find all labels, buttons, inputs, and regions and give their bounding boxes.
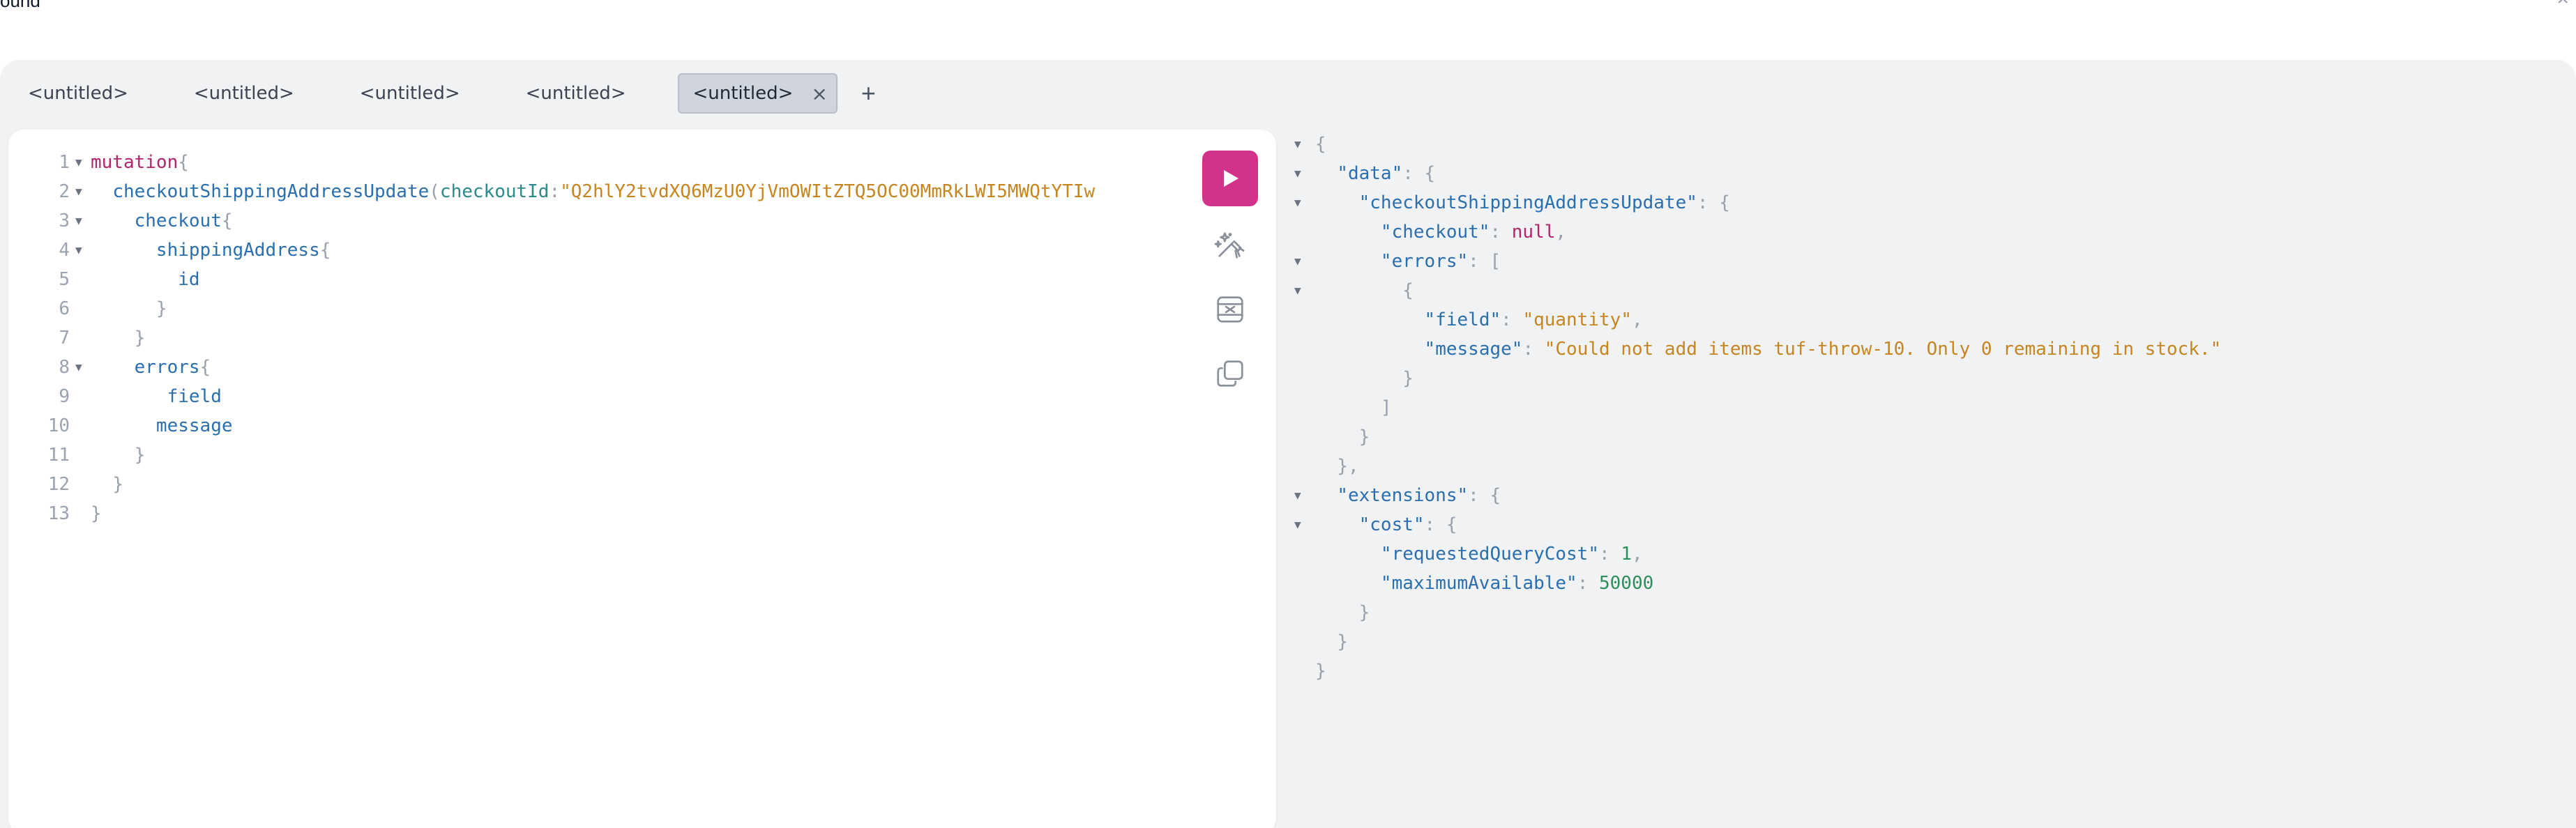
result-line: ▼ "message": "Could not add items tuf-th…	[1424, 339, 2222, 360]
code-line: 8 ▼ errors{	[8, 353, 1187, 382]
result-line: ▼{	[1294, 130, 2563, 159]
result-line: ▼ "maximumAvailable": 50000	[1380, 573, 1654, 594]
code-line: 13 ▼ }	[8, 499, 1187, 528]
line-number: 13	[47, 503, 70, 524]
fold-arrow-icon[interactable]: ▼	[1294, 159, 1315, 188]
tab-untitled-4[interactable]: <untitled>	[512, 73, 640, 114]
graphiql-shell: <untitled> <untitled> <untitled> <untitl…	[0, 60, 2576, 828]
code-line: 10 ▼ message	[8, 411, 1187, 440]
code-line: 12 ▼ }	[8, 470, 1187, 499]
result-line: ▼ "checkoutShippingAddressUpdate": {	[1294, 188, 2563, 217]
result-line: ▼}	[1315, 661, 1326, 682]
add-tab-button[interactable]: +	[861, 79, 876, 108]
fold-arrow-icon[interactable]: ▼	[75, 353, 86, 382]
tab-untitled-2[interactable]: <untitled>	[180, 73, 308, 114]
tab-label: <untitled>	[359, 83, 460, 104]
result-line: ▼ "data": {	[1294, 159, 2563, 188]
window-title-fragment: ound	[0, 0, 40, 11]
query-editor[interactable]: 1 ▼ mutation{ 2 ▼ checkoutShippingAddres…	[8, 130, 1276, 828]
tab-untitled-1[interactable]: <untitled>	[14, 73, 142, 114]
fold-arrow-icon[interactable]: ▼	[75, 206, 86, 236]
line-number: 3	[59, 210, 70, 231]
line-number: 4	[59, 240, 70, 261]
close-tab-icon[interactable]: ×	[811, 82, 827, 105]
tab-label: <untitled>	[525, 83, 626, 104]
window-close-icon[interactable]: ×	[2556, 0, 2569, 11]
result-line: ▼ }	[1358, 602, 1370, 623]
line-number: 5	[59, 269, 70, 290]
line-number: 2	[59, 181, 70, 202]
mutation-field-name: checkoutShippingAddressUpdate	[112, 181, 430, 202]
tab-label: <untitled>	[28, 83, 128, 104]
line-number: 12	[47, 474, 70, 495]
result-line: ▼ {	[1294, 276, 2563, 305]
result-line: ▼ ]	[1380, 397, 1392, 418]
tab-label: <untitled>	[193, 83, 294, 104]
fold-arrow-icon[interactable]: ▼	[1294, 247, 1315, 276]
copy-icon	[1217, 360, 1243, 387]
code-line: 9 ▼ field	[8, 382, 1187, 411]
code-line: 5 ▼ id	[8, 265, 1187, 294]
fold-arrow-icon[interactable]: ▼	[1294, 510, 1315, 539]
fold-arrow-icon[interactable]: ▼	[75, 177, 86, 206]
result-line: ▼ "field": "quantity",	[1424, 309, 1643, 330]
copy-query-button[interactable]	[1202, 348, 1258, 399]
tab-untitled-3[interactable]: <untitled>	[346, 73, 474, 114]
result-viewer[interactable]: ▼{ ▼ "data": { ▼ "checkoutShippingAddres…	[1294, 130, 2563, 827]
prettify-button[interactable]	[1202, 220, 1258, 270]
play-icon	[1224, 170, 1238, 187]
code-line: 6 ▼ }	[8, 294, 1187, 323]
line-number: 1	[59, 152, 70, 173]
fold-arrow-icon[interactable]: ▼	[75, 236, 86, 265]
line-number: 10	[47, 415, 70, 436]
fold-arrow-icon[interactable]: ▼	[1294, 481, 1315, 510]
fold-arrow-icon[interactable]: ▼	[1294, 276, 1315, 305]
fold-arrow-icon[interactable]: ▼	[75, 148, 86, 177]
result-line: ▼ "requestedQueryCost": 1,	[1380, 544, 1643, 565]
merge-fragments-button[interactable]	[1202, 284, 1258, 335]
merge-fragments-icon	[1217, 296, 1243, 323]
line-number: 9	[59, 386, 70, 407]
checkout-id-string: "Q2hlY2tvdXQ6MzU0YjVmOWItZTQ5OC00MmRkLWI…	[560, 181, 1096, 202]
editor-toolbar	[1202, 151, 1258, 399]
argument-name: checkoutId	[439, 181, 550, 202]
result-line: ▼ }	[1337, 631, 1348, 652]
window-top-strip: ound ×	[0, 0, 2576, 60]
tab-bar: <untitled> <untitled> <untitled> <untitl…	[14, 72, 876, 114]
tab-untitled-5-active[interactable]: <untitled> ×	[677, 73, 838, 114]
result-line: ▼ }	[1358, 427, 1370, 447]
code-line: 2 ▼ checkoutShippingAddressUpdate(checko…	[8, 177, 1187, 206]
code-line: 11 ▼ }	[8, 440, 1187, 470]
fold-arrow-icon[interactable]: ▼	[1294, 130, 1315, 159]
result-line: ▼ "cost": {	[1294, 510, 2563, 539]
code-line: 3 ▼ checkout{	[8, 206, 1187, 236]
fold-arrow-icon[interactable]: ▼	[1294, 188, 1315, 217]
line-number: 11	[47, 445, 70, 466]
result-line: ▼ "checkout": null,	[1380, 222, 1567, 243]
result-line: ▼ "extensions": {	[1294, 481, 2563, 510]
code-line: 7 ▼ }	[8, 323, 1187, 353]
execute-query-button[interactable]	[1202, 151, 1258, 206]
result-line: ▼ }	[1402, 368, 1414, 389]
line-number: 8	[59, 357, 70, 378]
result-line: ▼ "errors": [	[1294, 247, 2563, 276]
query-code[interactable]: 1 ▼ mutation{ 2 ▼ checkoutShippingAddres…	[8, 148, 1187, 528]
result-line: ▼ },	[1337, 456, 1359, 477]
mutation-keyword: mutation	[91, 152, 179, 173]
line-number: 6	[59, 298, 70, 319]
code-line: 1 ▼ mutation{	[8, 148, 1187, 177]
line-number: 7	[59, 328, 70, 348]
magic-wand-icon	[1214, 232, 1245, 259]
error-message-value: "Could not add items tuf-throw-10. Only …	[1544, 339, 2222, 360]
tab-label: <untitled>	[692, 83, 794, 104]
code-line: 4 ▼ shippingAddress{	[8, 236, 1187, 265]
